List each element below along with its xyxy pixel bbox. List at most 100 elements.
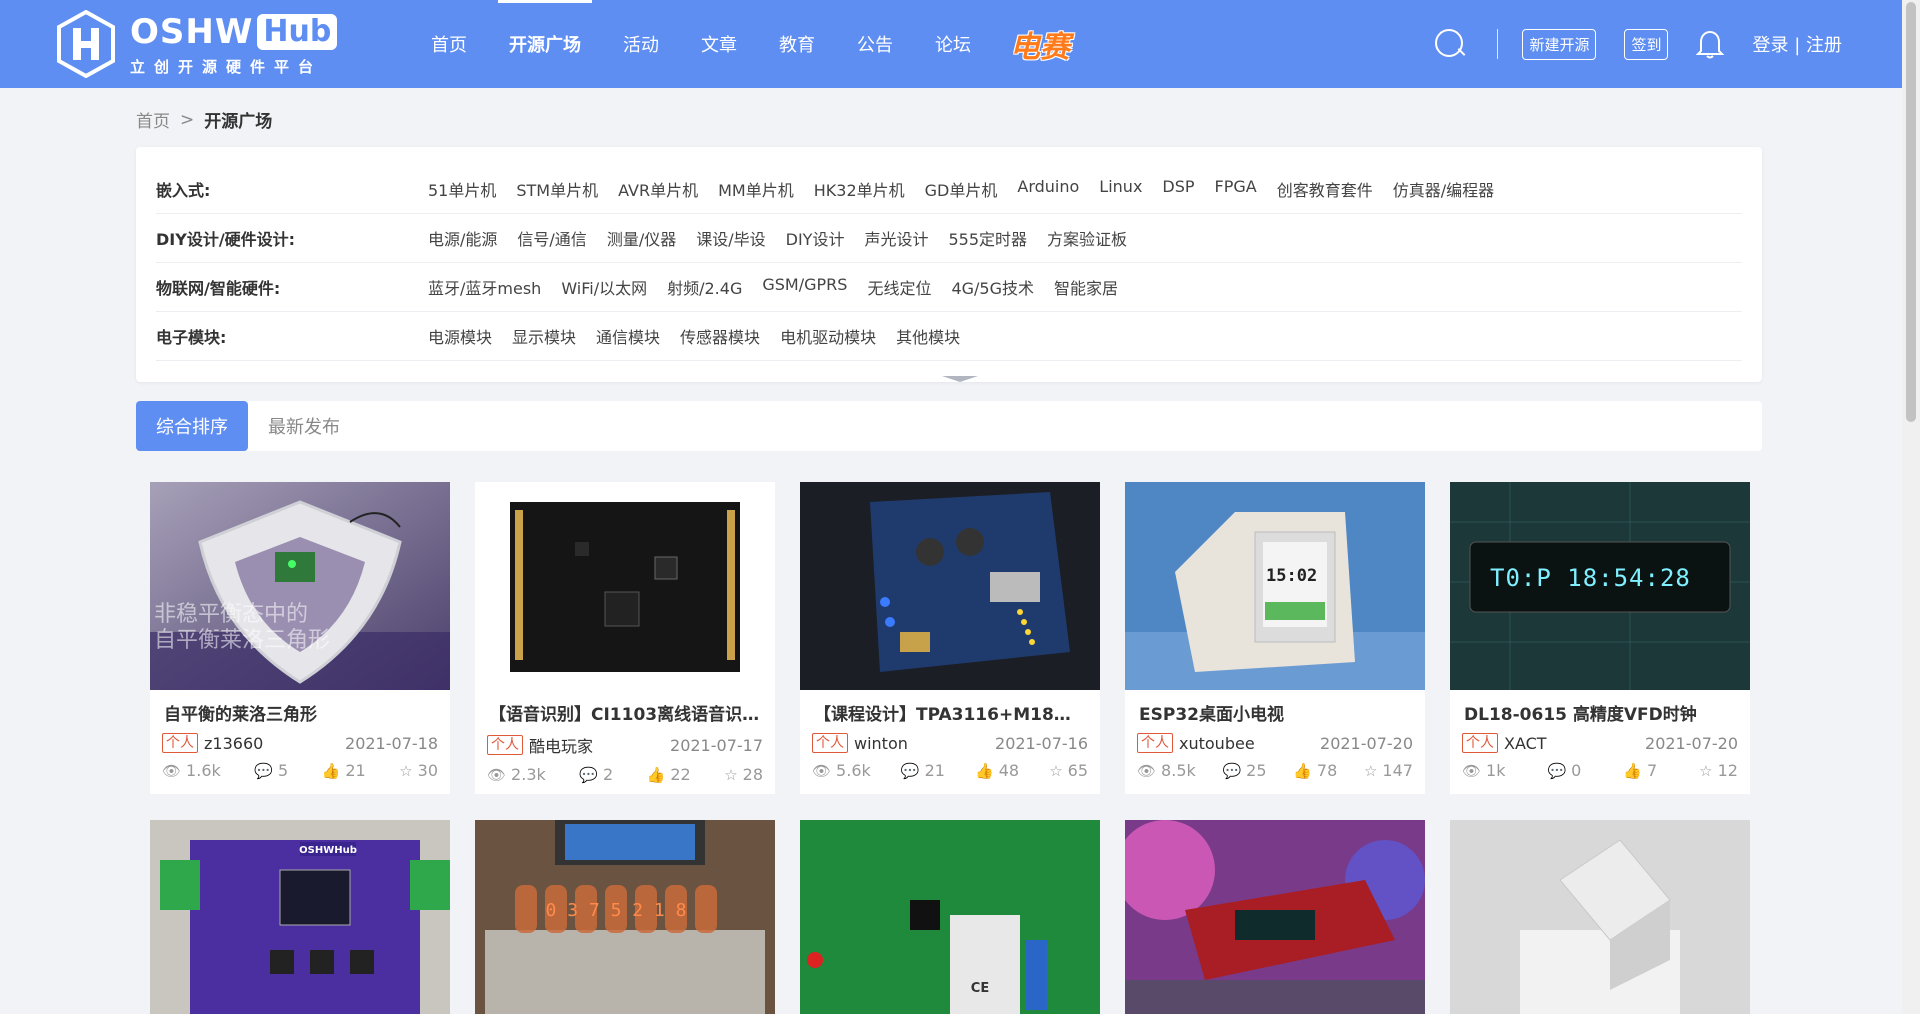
category-tag[interactable]: 射频/2.4G (667, 275, 742, 299)
tab-comprehensive-sort[interactable]: 综合排序 (136, 401, 248, 451)
project-thumbnail[interactable]: OSHWHub (150, 820, 450, 1014)
tab-latest[interactable]: 最新发布 (248, 401, 360, 451)
project-card[interactable] (1125, 820, 1425, 1014)
category-tag[interactable]: 显示模块 (512, 324, 576, 348)
category-row-embedded: 嵌入式: 51单片机 STM单片机 AVR单片机 MM单片机 HK32单片机 G… (156, 165, 1742, 214)
ce-mark-text: CE (971, 981, 989, 996)
project-thumbnail[interactable]: T0:P 18:54:28 (1450, 482, 1750, 690)
category-tag[interactable]: 其他模块 (896, 324, 960, 348)
nav-activities[interactable]: 活动 (602, 0, 680, 88)
category-tag[interactable]: FPGA (1215, 177, 1257, 201)
category-tag[interactable]: 51单片机 (428, 177, 496, 201)
logo-hub: Hub (257, 13, 338, 50)
category-tag[interactable]: 方案验证板 (1047, 226, 1127, 250)
comment-icon: 💬 (1547, 761, 1567, 780)
category-tag[interactable]: 通信模块 (596, 324, 660, 348)
eye-icon: 👁 (487, 765, 507, 784)
project-thumbnail[interactable] (1125, 820, 1425, 1014)
project-card[interactable]: 非稳平衡态中的 自平衡莱洛三角形 自平衡的莱洛三角形 个人 z13660 202… (150, 482, 450, 794)
category-tag[interactable]: 信号/通信 (517, 226, 586, 250)
project-title[interactable]: 【课程设计】TPA3116+M18蓝... (800, 700, 1100, 725)
breadcrumb-home[interactable]: 首页 (136, 107, 170, 132)
project-author[interactable]: xutoubee (1179, 734, 1320, 753)
project-title[interactable]: DL18-0615 高精度VFD时钟 (1450, 700, 1750, 725)
project-card[interactable]: 15:02 ESP32桌面小电视 个人 xutoubee 2021-07-20 … (1125, 482, 1425, 794)
project-author[interactable]: XACT (1504, 734, 1645, 753)
project-thumbnail[interactable]: 15:02 (1125, 482, 1425, 690)
star-icon: ☆ (1049, 761, 1063, 780)
nav-announcements[interactable]: 公告 (836, 0, 914, 88)
logo-subtitle: 立创开源硬件平台 (130, 57, 323, 76)
project-author[interactable]: z13660 (204, 734, 345, 753)
site-logo[interactable]: OSHW Hub 立创开源硬件平台 (56, 10, 338, 78)
category-tag[interactable]: 仿真器/编程器 (1393, 177, 1494, 201)
category-tag[interactable]: DSP (1162, 177, 1194, 201)
nav-open-source-square[interactable]: 开源广场 (488, 0, 602, 88)
category-tag[interactable]: DIY设计 (786, 226, 845, 250)
category-tag[interactable]: 声光设计 (864, 226, 928, 250)
project-thumbnail[interactable]: 0 3 7 5 2 1 8 (475, 820, 775, 1014)
search-icon[interactable] (1433, 27, 1467, 61)
bell-icon[interactable] (1696, 29, 1725, 59)
eye-icon: 👁 (162, 761, 182, 780)
like-count: 21 (345, 761, 366, 780)
project-card[interactable]: 0 3 7 5 2 1 8 (475, 820, 775, 1014)
login-register-link[interactable]: 登录 | 注册 (1752, 31, 1842, 57)
category-tag[interactable]: 传感器模块 (680, 324, 760, 348)
project-author[interactable]: 酷电玩家 (529, 733, 670, 757)
category-tag[interactable]: 无线定位 (867, 275, 931, 299)
category-tag[interactable]: WiFi/以太网 (561, 275, 647, 299)
project-thumbnail[interactable]: CE (800, 820, 1100, 1014)
sign-in-button[interactable]: 签到 (1624, 28, 1669, 60)
category-tag[interactable]: GSM/GPRS (762, 275, 847, 299)
category-tag[interactable]: 创客教育套件 (1277, 177, 1373, 201)
new-project-button[interactable]: 新建开源 (1522, 28, 1597, 60)
main-nav: 首页 开源广场 活动 文章 教育 公告 论坛 电赛 (410, 0, 1088, 88)
category-tag[interactable]: AVR单片机 (618, 177, 698, 201)
project-title[interactable]: 自平衡的莱洛三角形 (150, 700, 450, 725)
category-tag[interactable]: 555定时器 (948, 226, 1027, 250)
nav-contest[interactable]: 电赛 (992, 0, 1088, 88)
project-card[interactable]: 【语音识别】CI1103离线语音识... 个人 酷电玩家 2021-07-17 … (475, 482, 775, 794)
project-card[interactable]: CE (800, 820, 1100, 1014)
category-tag[interactable]: 电机驱动模块 (780, 324, 876, 348)
project-card[interactable] (1450, 820, 1750, 1014)
nav-home[interactable]: 首页 (410, 0, 488, 88)
project-card[interactable]: OSHWHub (150, 820, 450, 1014)
scrollbar-thumb[interactable] (1906, 2, 1916, 422)
project-card[interactable]: 【课程设计】TPA3116+M18蓝... 个人 winton 2021-07-… (800, 482, 1100, 794)
category-tag[interactable]: MM单片机 (718, 177, 794, 201)
category-tag[interactable]: 蓝牙/蓝牙mesh (428, 275, 541, 299)
nav-forum[interactable]: 论坛 (914, 0, 992, 88)
category-tag[interactable]: Linux (1099, 177, 1142, 201)
eye-icon: 👁 (812, 761, 832, 780)
project-title[interactable]: 【语音识别】CI1103离线语音识... (475, 700, 775, 725)
star-icon: ☆ (1699, 761, 1713, 780)
project-thumbnail[interactable]: 非稳平衡态中的 自平衡莱洛三角形 (150, 482, 450, 690)
category-panel: 嵌入式: 51单片机 STM单片机 AVR单片机 MM单片机 HK32单片机 G… (136, 147, 1762, 382)
category-tag[interactable]: HK32单片机 (814, 177, 905, 201)
category-tag[interactable]: 智能家居 (1054, 275, 1118, 299)
star-count: 28 (742, 765, 763, 784)
category-tag[interactable]: STM单片机 (516, 177, 598, 201)
tv-screen-text: 15:02 (1266, 566, 1318, 586)
star-count: 30 (417, 761, 438, 780)
nav-education[interactable]: 教育 (758, 0, 836, 88)
nav-articles[interactable]: 文章 (680, 0, 758, 88)
project-thumbnail[interactable] (475, 482, 775, 690)
project-author[interactable]: winton (854, 734, 995, 753)
comment-count: 25 (1246, 761, 1267, 780)
category-tag[interactable]: Arduino (1017, 177, 1079, 201)
expand-categories-icon[interactable] (942, 376, 978, 382)
category-tag[interactable]: 电源/能源 (428, 226, 497, 250)
project-thumbnail[interactable] (800, 482, 1100, 690)
category-tag[interactable]: GD单片机 (925, 177, 998, 201)
category-tag[interactable]: 电源模块 (428, 324, 492, 348)
project-card[interactable]: T0:P 18:54:28 DL18-0615 高精度VFD时钟 个人 XACT… (1450, 482, 1750, 794)
project-thumbnail[interactable] (1450, 820, 1750, 1014)
category-tag[interactable]: 课设/毕设 (696, 226, 765, 250)
project-title[interactable]: ESP32桌面小电视 (1125, 700, 1425, 725)
category-tag[interactable]: 测量/仪器 (607, 226, 676, 250)
page-scrollbar[interactable] (1902, 0, 1920, 1014)
category-tag[interactable]: 4G/5G技术 (951, 275, 1034, 299)
